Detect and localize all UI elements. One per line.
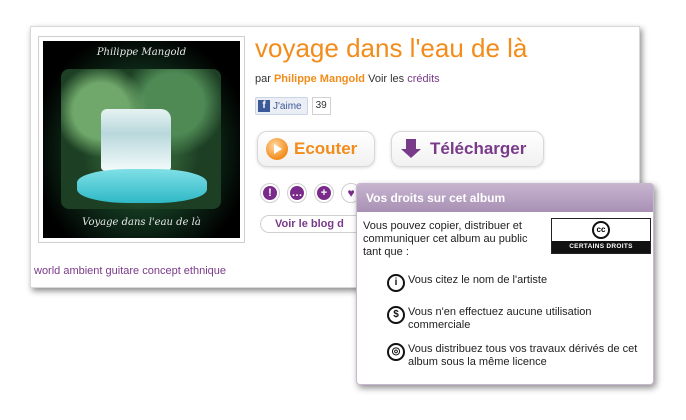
- listen-button[interactable]: Ecouter: [257, 131, 375, 167]
- comment-icon: …: [290, 186, 304, 200]
- facebook-like-button[interactable]: f J'aime: [255, 97, 308, 115]
- credits-link[interactable]: crédits: [407, 73, 439, 85]
- cc-badge-text: CERTAINS DROITS RESERVES: [552, 241, 650, 262]
- add-button[interactable]: +: [314, 183, 334, 203]
- sharealike-icon: ◎: [387, 343, 405, 361]
- action-icons: ! … + ♥: [260, 183, 361, 203]
- album-tags[interactable]: world ambient guitare concept ethnique: [34, 265, 226, 277]
- facebook-icon: f: [258, 100, 270, 112]
- cover-waterfall: [101, 109, 171, 171]
- download-label: Télécharger: [430, 139, 527, 158]
- exclamation-icon: !: [263, 186, 277, 200]
- attribution-icon: i: [387, 274, 405, 292]
- condition-text: Vous citez le nom de l'artiste: [408, 274, 548, 286]
- cover-artist-text: Philippe Mangold: [96, 47, 187, 58]
- facebook-like-widget: f J'aime 39: [255, 97, 331, 115]
- plus-icon: +: [317, 186, 331, 200]
- condition-sharealike: ◎ Vous distribuez tous vos travaux dériv…: [387, 343, 648, 369]
- album-title: voyage dans l'eau de là: [255, 33, 528, 63]
- comment-button[interactable]: …: [287, 183, 307, 203]
- download-arrow-icon: [400, 138, 422, 160]
- listen-label: Ecouter: [294, 139, 358, 158]
- creative-commons-badge[interactable]: cc CERTAINS DROITS RESERVES: [551, 218, 651, 262]
- like-label: J'aime: [273, 100, 302, 112]
- condition-text: Vous distribuez tous vos travaux dérivés…: [408, 343, 638, 368]
- condition-noncommercial: $ Vous n'en effectuez aucune utilisation…: [387, 306, 648, 332]
- credits-prefix: Voir les: [368, 73, 405, 85]
- artist-link[interactable]: Philippe Mangold: [274, 73, 365, 85]
- rights-popup: Vos droits sur cet album Vous pouvez cop…: [356, 183, 654, 385]
- blog-button[interactable]: Voir le blog d: [260, 215, 370, 233]
- by-prefix: par: [255, 73, 271, 85]
- cover-title-text: Voyage dans l'eau de là: [82, 217, 201, 228]
- condition-attribution: i Vous citez le nom de l'artiste: [387, 274, 648, 292]
- report-button[interactable]: !: [260, 183, 280, 203]
- rights-popup-header: Vos droits sur cet album: [357, 184, 653, 212]
- album-byline: par Philippe Mangold Voir les crédits: [255, 73, 440, 85]
- album-cover-frame[interactable]: Philippe Mangold Voyage dans l'eau de là: [38, 36, 245, 243]
- condition-text: Vous n'en effectuez aucune utilisation c…: [408, 306, 592, 331]
- download-button[interactable]: Télécharger: [391, 131, 544, 167]
- noncommercial-icon: $: [387, 306, 405, 324]
- play-icon: [266, 138, 288, 160]
- album-cover-image[interactable]: Philippe Mangold Voyage dans l'eau de là: [43, 41, 240, 238]
- cover-pool: [77, 169, 207, 203]
- heart-icon: ♥: [347, 186, 355, 200]
- cc-logo-icon: cc: [592, 221, 610, 239]
- like-count: 39: [311, 97, 331, 115]
- rights-intro-text: Vous pouvez copier, distribuer et commun…: [363, 220, 528, 258]
